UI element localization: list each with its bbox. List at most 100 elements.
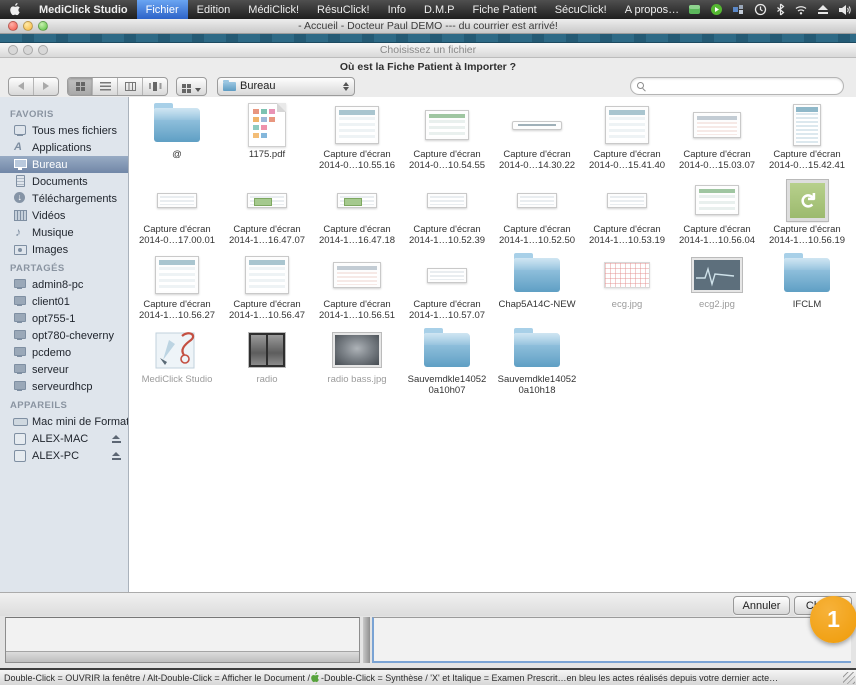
sidebar-item-t-l-chargements[interactable]: Téléchargements	[0, 190, 128, 207]
sidebar-item-bureau[interactable]: Bureau	[0, 156, 128, 173]
sidebar-item-documents[interactable]: Documents	[0, 173, 128, 190]
sidebar-item-applications[interactable]: Applications	[0, 139, 128, 156]
file-item-capture-d-cran-2014-1-10-56-47[interactable]: Capture d'écran2014-1…10.56.47	[222, 250, 312, 325]
file-thumbnail	[692, 250, 742, 300]
sidebar-item-images[interactable]: Images	[0, 241, 128, 258]
eject-icon[interactable]	[817, 4, 829, 15]
file-item-capture-d-cran-2014-1-10-52-50[interactable]: Capture d'écran2014-1…10.52.50	[492, 175, 582, 250]
file-item-radio-bass-jpg[interactable]: radio bass.jpg	[312, 325, 402, 400]
menu-item-r-suclick[interactable]: RésuClick!	[308, 0, 379, 19]
sidebar-item-serveur[interactable]: serveur	[0, 361, 128, 378]
list-view-button[interactable]	[93, 78, 118, 95]
sidebar-item-label: Vidéos	[32, 210, 65, 222]
sidebar-item-alex-mac[interactable]: ALEX-MAC	[0, 430, 128, 447]
eject-icon[interactable]	[112, 434, 121, 443]
file-item-capture-d-cran-2014-1-16-47-07[interactable]: Capture d'écran2014-1…16.47.07	[222, 175, 312, 250]
close-window-button[interactable]	[8, 21, 18, 31]
file-item-capture-d-cran-2014-1-10-53-19[interactable]: Capture d'écran2014-1…10.53.19	[582, 175, 672, 250]
sharedpc-icon	[13, 295, 27, 308]
column-view-button[interactable]	[118, 78, 143, 95]
menu-item-edition[interactable]: Edition	[188, 0, 240, 19]
file-item-capture-d-cran-2014-1-10-52-39[interactable]: Capture d'écran2014-1…10.52.39	[402, 175, 492, 250]
file-item-sauvemdkle14052-0a10h07[interactable]: Sauvemdkle140520a10h07	[402, 325, 492, 400]
forward-icon	[43, 82, 49, 90]
file-item-capture-d-cran-2014-1-10-57-07[interactable]: Capture d'écran2014-1…10.57.07	[402, 250, 492, 325]
menu-item-s-cuclick[interactable]: SécuClick!	[546, 0, 616, 19]
file-item-capture-d-cran-2014-0-15-42-41[interactable]: Capture d'écran2014-0…15.42.41	[762, 100, 852, 175]
file-item-capture-d-cran-2014-1-10-56-19[interactable]: ↻Capture d'écran2014-1…10.56.19	[762, 175, 852, 250]
file-item-capture-d-cran-2014-0-14-30-22[interactable]: Capture d'écran2014-0…14.30.22	[492, 100, 582, 175]
zoom-window-button[interactable]	[38, 21, 48, 31]
file-item-capture-d-cran-2014-0-17-00-01[interactable]: Capture d'écran2014-0…17.00.01	[132, 175, 222, 250]
sidebar-item-mac-mini-de-formation[interactable]: Mac mini de Formation	[0, 413, 128, 430]
menu-item-info[interactable]: Info	[379, 0, 415, 19]
sidebar-item-vid-os[interactable]: Vidéos	[0, 207, 128, 224]
search-field[interactable]	[630, 77, 844, 95]
file-item-ecg2-jpg[interactable]: ecg2.jpg	[672, 250, 762, 325]
navigation-buttons	[8, 77, 59, 96]
display-share-icon[interactable]	[732, 3, 745, 16]
file-item-capture-d-cran-2014-0-10-54-55[interactable]: Capture d'écran2014-0…10.54.55	[402, 100, 492, 175]
file-item-capture-d-cran-2014-1-10-56-27[interactable]: Capture d'écran2014-1…10.56.27	[132, 250, 222, 325]
file-item-capture-d-cran-2014-0-10-55-16[interactable]: Capture d'écran2014-0…10.55.16	[312, 100, 402, 175]
file-item-capture-d-cran-2014-1-10-56-04[interactable]: Capture d'écran2014-1…10.56.04	[672, 175, 762, 250]
time-machine-icon[interactable]	[754, 3, 767, 16]
back-button[interactable]	[9, 78, 34, 95]
file-item-capture-d-cran-2014-0-15-41-40[interactable]: Capture d'écran2014-0…15.41.40	[582, 100, 672, 175]
status-text-part2: -Double-Click = Synthèse / 'X' et Italiq…	[321, 673, 778, 683]
sidebar-item-label: Mac mini de Formation	[32, 416, 129, 428]
forward-button[interactable]	[34, 78, 58, 95]
menu-item-m-diclick[interactable]: MédiClick!	[239, 0, 308, 19]
sidebar-item-opt780-cheverny[interactable]: opt780-cheverny	[0, 327, 128, 344]
sidebar-item-opt755-1[interactable]: opt755-1	[0, 310, 128, 327]
file-item-ifclm[interactable]: IFCLM	[762, 250, 852, 325]
file-name: IFCLM	[793, 300, 822, 311]
file-item-ecg-jpg[interactable]: ecg.jpg	[582, 250, 672, 325]
bluetooth-icon[interactable]	[776, 3, 785, 16]
file-thumbnail	[517, 175, 557, 225]
file-item-capture-d-cran-2014-1-16-47-18[interactable]: Capture d'écran2014-1…16.47.18	[312, 175, 402, 250]
horizontal-scrollbar[interactable]	[6, 651, 359, 662]
location-popup[interactable]: Bureau	[217, 77, 355, 96]
sidebar-item-admin8-pc[interactable]: admin8-pc	[0, 276, 128, 293]
sidebar-item-alex-pc[interactable]: ALEX-PC	[0, 447, 128, 464]
volume-icon[interactable]	[838, 4, 852, 16]
menu-item-mediclick-studio[interactable]: MediClick Studio	[30, 0, 137, 19]
menu-item-d-m-p[interactable]: D.M.P	[415, 0, 464, 19]
dialog-close-button	[8, 45, 18, 55]
dtp-badge-icon[interactable]	[688, 3, 701, 16]
menu-item-fiche-patient[interactable]: Fiche Patient	[464, 0, 546, 19]
file-thumbnail	[605, 100, 649, 150]
sidebar-section-favoris: FAVORIS	[0, 104, 128, 122]
minimize-window-button[interactable]	[23, 21, 33, 31]
file-item-mediclick-studio[interactable]: MediClick Studio	[132, 325, 222, 400]
cancel-button[interactable]: Annuler	[733, 596, 790, 615]
wifi-icon[interactable]	[794, 4, 808, 15]
play-badge-icon[interactable]	[710, 3, 723, 16]
file-item-capture-d-cran-2014-0-15-03-07[interactable]: Capture d'écran2014-0…15.03.07	[672, 100, 762, 175]
menu-item-a-propos[interactable]: A propos…	[616, 0, 688, 19]
coverflow-view-button[interactable]	[143, 78, 167, 95]
file-thumbnail	[425, 100, 469, 150]
file-item-[interactable]: @	[132, 100, 222, 175]
resize-grip[interactable]	[843, 672, 855, 684]
file-item-capture-d-cran-2014-1-10-56-51[interactable]: Capture d'écran2014-1…10.56.51	[312, 250, 402, 325]
file-item-chap5a14c-new[interactable]: Chap5A14C-NEW	[492, 250, 582, 325]
sidebar-item-musique[interactable]: Musique	[0, 224, 128, 241]
documents-icon	[13, 175, 27, 188]
eject-icon[interactable]	[112, 451, 121, 460]
arrange-menu-button[interactable]	[176, 77, 207, 96]
menu-item-fichier[interactable]: Fichier	[137, 0, 188, 19]
applications-icon	[13, 141, 27, 154]
file-item-sauvemdkle14052-0a10h18[interactable]: Sauvemdkle140520a10h18	[492, 325, 582, 400]
sidebar-item-pcdemo[interactable]: pcdemo	[0, 344, 128, 361]
apple-menu-icon[interactable]	[0, 3, 30, 16]
sidebar-item-tous-mes-fichiers[interactable]: Tous mes fichiers	[0, 122, 128, 139]
file-name: Sauvemdkle140520a10h07	[408, 375, 487, 396]
sidebar-item-label: Musique	[32, 227, 74, 239]
file-item-1175-pdf[interactable]: 1175.pdf	[222, 100, 312, 175]
icon-view-button[interactable]	[68, 78, 93, 95]
sidebar-item-serveurdhcp[interactable]: serveurdhcp	[0, 378, 128, 395]
file-item-radio[interactable]: radio	[222, 325, 312, 400]
sidebar-item-client01[interactable]: client01	[0, 293, 128, 310]
